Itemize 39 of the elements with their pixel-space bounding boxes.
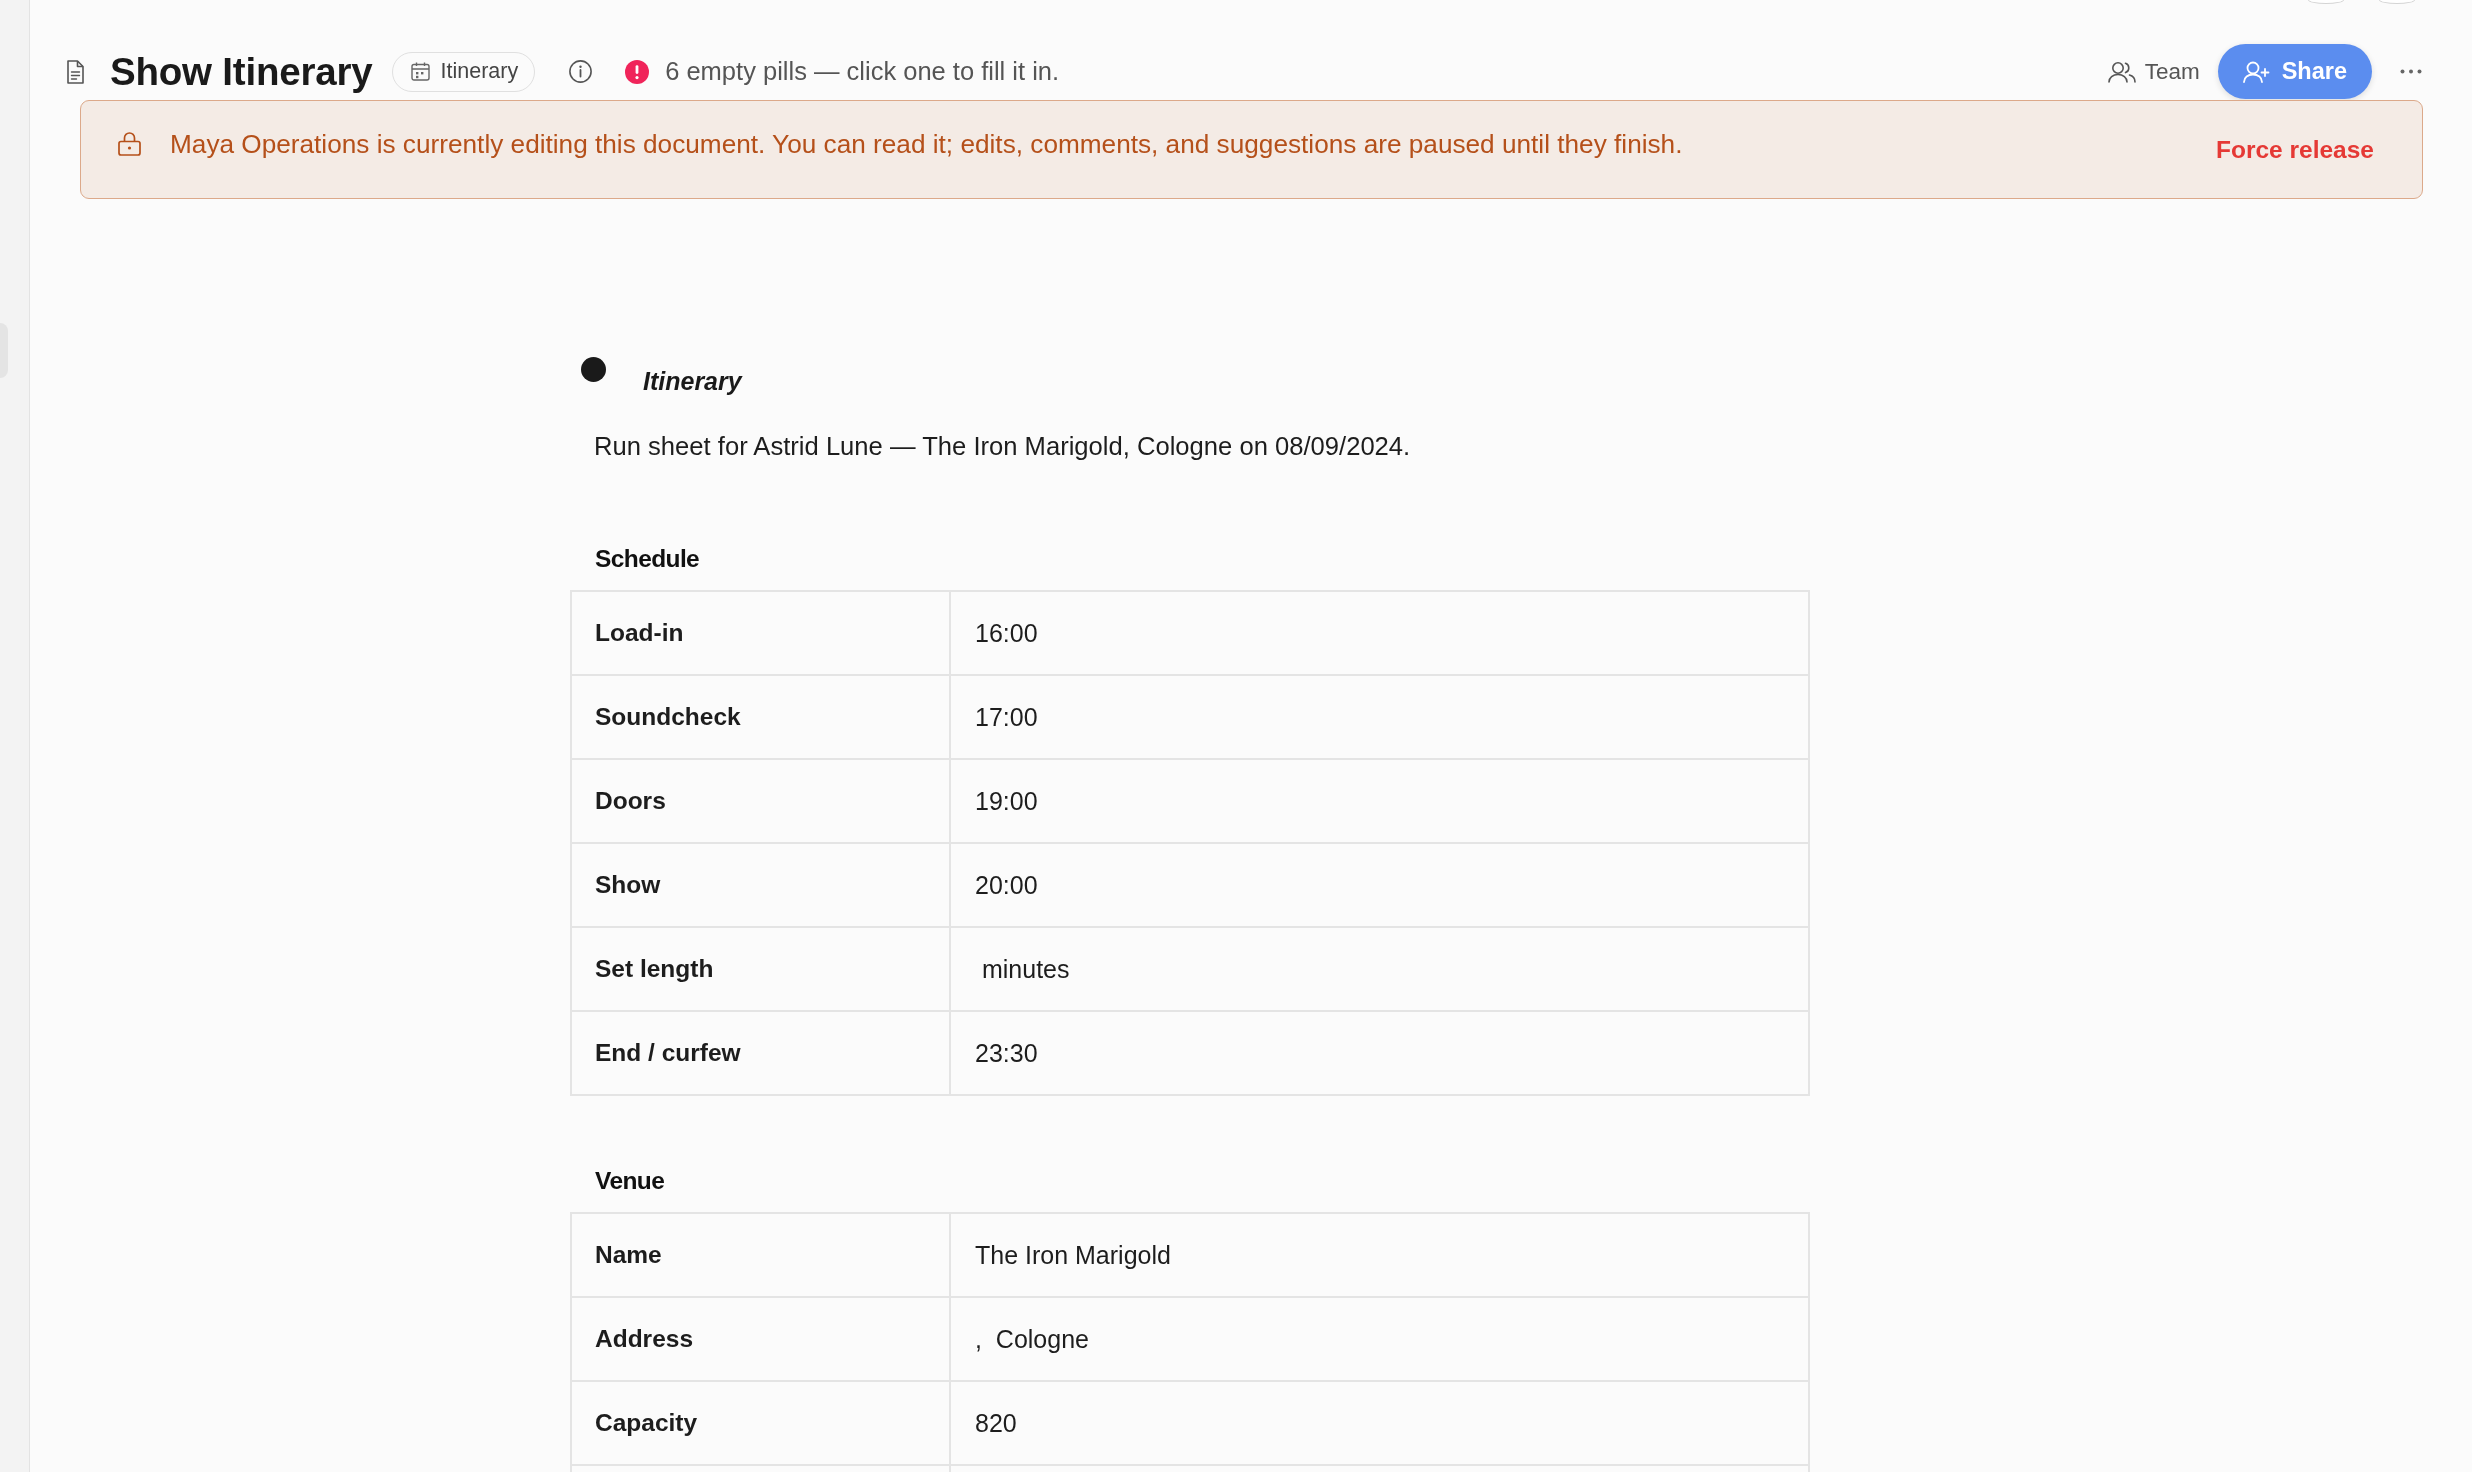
table-cell: Show [572,844,951,928]
avatar-icon[interactable] [2308,0,2344,4]
table-cell: Name [572,1214,951,1298]
table-cell: , Cologne [951,1298,1808,1382]
document-icon [67,59,84,84]
force-release-button[interactable]: Force release [2216,135,2374,164]
avatar-icon[interactable] [2379,0,2415,4]
section-heading: Venue [594,1166,666,1196]
table-cell: End / curfew [572,1012,951,1096]
people-icon [2107,60,2136,83]
calendar-icon [410,62,430,81]
table-cell: Load-in [572,592,951,676]
summary-text: Run sheet for Astrid Lune — The Iron Marigold, Cologne on 08/09/2024. [593,431,1412,462]
info-icon[interactable] [569,60,593,83]
table-cell: 20:00 [951,844,1808,928]
team-button[interactable]: Team [2107,58,2200,85]
type-pill[interactable]: Itinerary [391,51,536,92]
person-plus-icon [2242,60,2270,83]
section-heading: Schedule [594,544,701,574]
table-cell: Set length [572,928,951,1012]
table-cell: 17:00 [951,676,1808,760]
document-title: Show Itinerary [110,48,373,95]
alert-icon [625,59,650,84]
lock-message: Maya Operations is currently editing this document. You can read it; edits, comments, and suggestions are paused until they finish. [170,128,1683,160]
table-cell: Capacity [572,1382,951,1466]
table-cell: 23:30 [951,1012,1808,1096]
bullet-icon [581,357,606,382]
table-cell: minutes [951,928,1808,1012]
more-icon[interactable] [2400,69,2422,74]
table-cell: Soundcheck [572,676,951,760]
table-cell: Address [572,1298,951,1382]
table-cell: Doors [572,760,951,844]
table-cell: 820 [951,1382,1808,1466]
table-cell: 16:00 [951,592,1808,676]
table-cell: The Iron Marigold [951,1214,1808,1298]
document-heading: Itinerary [643,366,742,397]
lock-icon [118,132,141,156]
table-cell: 19:00 [951,760,1808,844]
empty-pills-notice: 6 empty pills — click one to fill it in. [665,57,1060,86]
